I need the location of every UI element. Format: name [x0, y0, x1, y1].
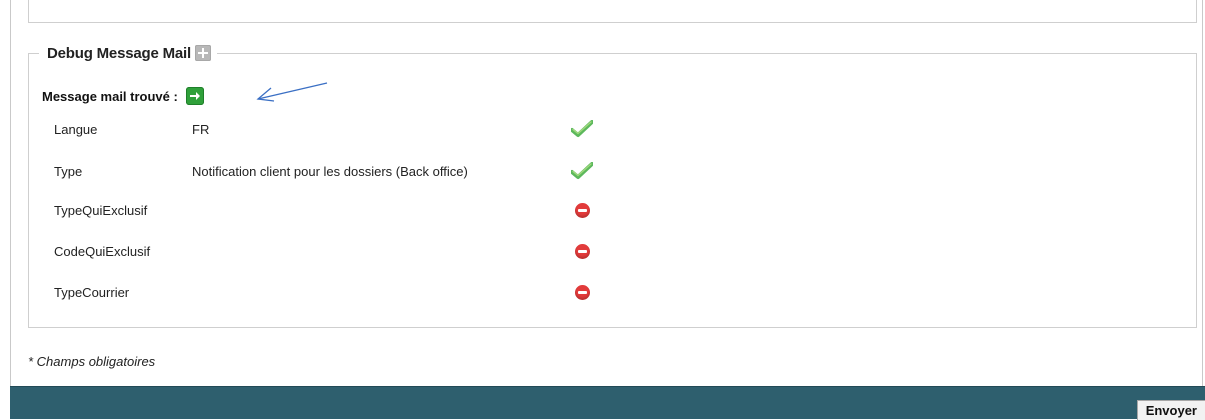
field-value: FR [192, 121, 210, 137]
section-title: Debug Message Mail [47, 44, 191, 62]
field-row-codequiexclusif: CodeQuiExclusif [54, 241, 572, 261]
field-row-type: Type Notification client pour les dossie… [54, 161, 572, 181]
expand-plus-icon[interactable] [194, 45, 211, 61]
field-row-langue: Langue FR [54, 119, 572, 139]
field-label: Type [54, 163, 83, 179]
field-value: Notification client pour les dossiers (B… [192, 163, 468, 179]
field-row-typecourrier: TypeCourrier [54, 282, 572, 302]
stop-icon [574, 202, 590, 218]
footer-bar: Envoyer [10, 386, 1205, 420]
stop-icon [571, 200, 593, 220]
mandatory-fields-note: * Champs obligatoires [28, 354, 156, 369]
field-label: Langue [54, 121, 98, 137]
stop-icon [571, 241, 593, 261]
field-row-typequiexclusif: TypeQuiExclusif [54, 200, 572, 220]
previous-fieldset [28, 0, 1197, 23]
stop-icon [574, 284, 590, 300]
annotation-arrow-icon [256, 82, 328, 102]
message-found-label: Message mail trouvé : [42, 88, 178, 104]
field-label: TypeCourrier [54, 284, 130, 300]
check-icon [571, 161, 593, 181]
stop-icon [571, 282, 593, 302]
field-label: TypeQuiExclusif [54, 202, 148, 218]
debug-fieldset-legend: Debug Message Mail [39, 42, 217, 64]
field-label: CodeQuiExclusif [54, 243, 151, 259]
arrow-right-icon[interactable] [185, 87, 204, 105]
stop-icon [574, 243, 590, 259]
check-icon [571, 119, 593, 139]
send-button[interactable]: Envoyer [1136, 400, 1205, 420]
message-found-row: Message mail trouvé : [42, 85, 204, 107]
